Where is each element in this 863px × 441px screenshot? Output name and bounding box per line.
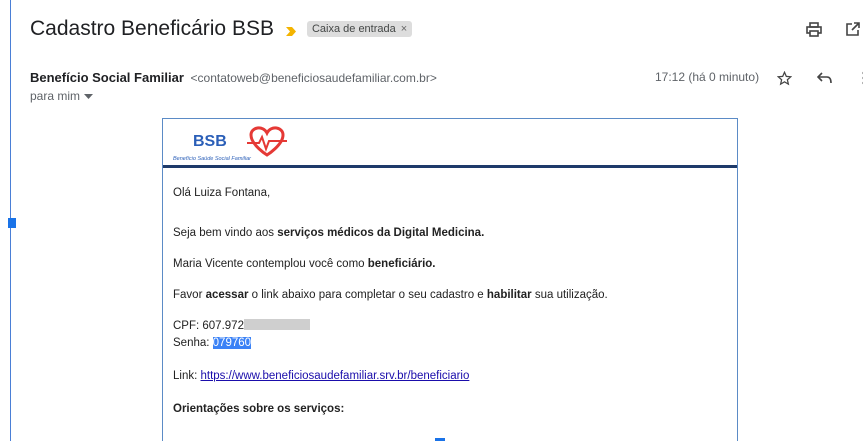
logo-tagline: Benefício Saúde Social Familiar	[173, 156, 252, 162]
bsb-logo: BSB Benefício Saúde Social Familiar	[171, 123, 291, 170]
print-icon[interactable]	[803, 18, 825, 40]
more-options-icon[interactable]	[853, 67, 863, 89]
sender-email: <contatoweb@beneficiosaudefamiliar.com.b…	[190, 71, 437, 85]
email-body-card: BSB Benefício Saúde Social Familiar Olá …	[162, 118, 738, 441]
beneficiary-line: Maria Vicente contemplou você como benef…	[173, 258, 436, 270]
open-in-new-window-icon[interactable]	[841, 18, 863, 40]
orientacoes-heading: Orientações sobre os serviços:	[173, 403, 345, 415]
logo-text: BSB	[193, 133, 227, 150]
senha-value-selected[interactable]: 079760	[212, 337, 252, 349]
label-remove-icon[interactable]: ×	[401, 23, 407, 35]
greeting: Olá Luiza Fontana,	[173, 187, 271, 199]
chevron-down-icon	[84, 89, 94, 103]
email-banner: BSB Benefício Saúde Social Familiar	[163, 119, 737, 170]
redacted-block	[243, 319, 310, 330]
reply-icon[interactable]	[813, 67, 835, 89]
cpf-line: CPF: 607.972	[173, 319, 727, 333]
sender-row: Benefício Social Familiar <contatoweb@be…	[30, 70, 437, 85]
message-actions	[773, 67, 863, 89]
email-content: Olá Luiza Fontana, Seja bem vindo aos se…	[163, 167, 737, 416]
subject-row: Cadastro Beneficário BSB Caixa de entrad…	[30, 14, 413, 44]
link-line: Link: https://www.beneficiosaudefamiliar…	[173, 370, 470, 382]
label-chip[interactable]: Caixa de entrada ×	[306, 21, 413, 37]
to-label: para mim	[30, 89, 81, 103]
star-icon[interactable]	[773, 67, 795, 89]
banner-divider	[163, 165, 737, 168]
senha-line: Senha: 079760	[173, 337, 252, 349]
email-subject: Cadastro Beneficário BSB	[30, 17, 274, 40]
recipient-details-toggle[interactable]: para mim	[30, 89, 94, 103]
beneficiary-link[interactable]: https://www.beneficiosaudefamiliar.srv.b…	[201, 370, 470, 382]
resize-handle[interactable]	[8, 218, 16, 228]
top-toolbar	[803, 18, 863, 40]
instruction-line: Favor acessar o link abaixo para complet…	[173, 289, 608, 301]
important-marker-icon[interactable]	[285, 24, 297, 36]
sender-name[interactable]: Benefício Social Familiar	[30, 70, 184, 85]
label-chip-text: Caixa de entrada	[311, 23, 396, 35]
welcome-line: Seja bem vindo aos serviços médicos da D…	[173, 227, 485, 239]
email-timestamp: 17:12 (há 0 minuto)	[655, 70, 760, 84]
